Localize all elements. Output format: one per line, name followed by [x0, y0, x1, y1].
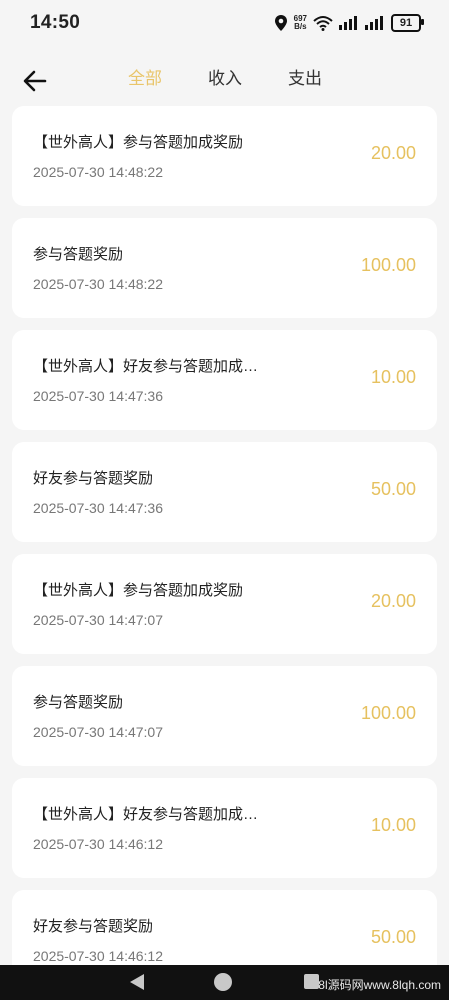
list-item[interactable]: 【世外高人】好友参与答题加成… 2025-07-30 14:46:12 10.0… — [12, 778, 437, 878]
watermark: 8l源码网www.8lqh.com — [318, 978, 441, 992]
list-item[interactable]: 参与答题奖励 2025-07-30 14:48:22 100.00 — [12, 218, 437, 318]
record-title: 好友参与答题奖励 — [33, 918, 154, 935]
record-time: 2025-07-30 14:47:36 — [33, 500, 163, 516]
record-time: 2025-07-30 14:47:07 — [33, 612, 163, 628]
tab-all[interactable]: 全部 — [128, 68, 162, 98]
record-time: 2025-07-30 14:48:22 — [33, 276, 163, 292]
list-item[interactable]: 【世外高人】参与答题加成奖励 2025-07-30 14:48:22 20.00 — [12, 106, 437, 206]
list-item[interactable]: 好友参与答题奖励 2025-07-30 14:47:36 50.00 — [12, 442, 437, 542]
battery-icon: 91 — [391, 14, 424, 32]
record-amount: 50.00 — [370, 479, 416, 499]
battery-level: 91 — [399, 17, 413, 29]
record-amount: 50.00 — [370, 927, 416, 947]
record-amount: 20.00 — [370, 591, 416, 611]
record-amount: 10.00 — [370, 367, 416, 387]
back-button[interactable] — [18, 64, 52, 98]
record-title: 参与答题奖励 — [33, 246, 124, 263]
list-item[interactable]: 【世外高人】参与答题加成奖励 2025-07-30 14:47:07 20.00 — [12, 554, 437, 654]
record-title: 参与答题奖励 — [33, 694, 124, 711]
record-title: 【世外高人】参与答题加成奖励 — [33, 582, 244, 599]
signal-icon — [339, 16, 357, 30]
status-icons: 697 B/s 91 — [274, 14, 424, 32]
record-time: 2025-07-30 14:48:22 — [33, 164, 163, 180]
record-amount: 100.00 — [360, 703, 416, 723]
nav-recent-icon[interactable] — [304, 974, 319, 989]
record-time: 2025-07-30 14:47:36 — [33, 388, 163, 404]
nav-home-icon[interactable] — [214, 973, 232, 991]
record-time: 2025-07-30 14:47:07 — [33, 724, 163, 740]
status-bar: 14:50 697 B/s 91 — [0, 0, 449, 46]
location-icon — [274, 15, 287, 31]
wifi-icon — [313, 16, 333, 31]
record-title: 【世外高人】参与答题加成奖励 — [33, 134, 244, 151]
clock: 14:50 — [30, 12, 81, 33]
record-time: 2025-07-30 14:46:12 — [33, 836, 163, 852]
list-item[interactable]: 【世外高人】好友参与答题加成… 2025-07-30 14:47:36 10.0… — [12, 330, 437, 430]
record-amount: 10.00 — [370, 815, 416, 835]
record-title: 【世外高人】好友参与答题加成… — [33, 358, 259, 375]
system-nav-bar: 8l源码网www.8lqh.com — [0, 965, 449, 1000]
record-amount: 20.00 — [370, 143, 416, 163]
record-time: 2025-07-30 14:46:12 — [33, 948, 163, 964]
nav-back-icon[interactable] — [128, 973, 146, 991]
list-item[interactable]: 参与答题奖励 2025-07-30 14:47:07 100.00 — [12, 666, 437, 766]
tab-income[interactable]: 收入 — [208, 68, 242, 98]
tab-expense[interactable]: 支出 — [288, 68, 322, 98]
network-speed-unit: B/s — [294, 22, 307, 31]
record-title: 好友参与答题奖励 — [33, 470, 154, 487]
network-speed: 697 B/s — [294, 15, 307, 31]
record-amount: 100.00 — [360, 255, 416, 275]
record-title: 【世外高人】好友参与答题加成… — [33, 806, 259, 823]
signal-icon-2 — [365, 16, 383, 30]
arrow-left-icon — [23, 70, 47, 92]
